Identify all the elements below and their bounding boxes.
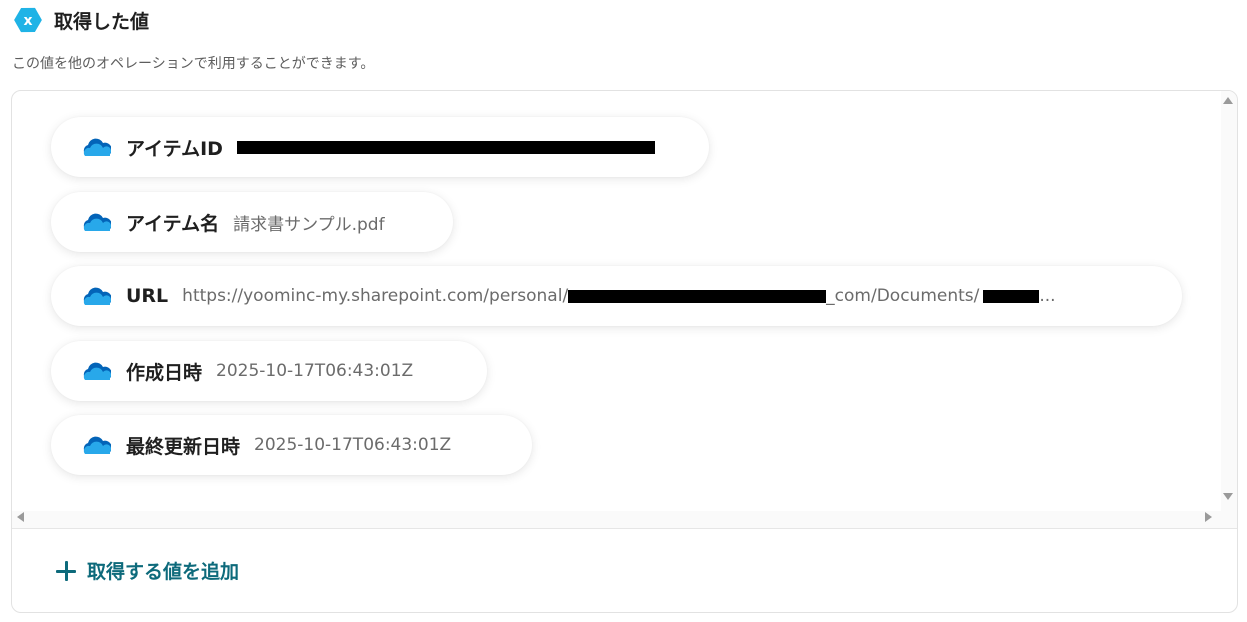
value-key: 最終更新日時 xyxy=(126,435,241,458)
onedrive-cloud-icon xyxy=(83,213,111,231)
onedrive-cloud-icon xyxy=(83,436,111,454)
value-chip-item-id[interactable]: アイテムID xyxy=(51,117,709,177)
yoom-hexagon-x-icon: x xyxy=(14,7,42,33)
value-text: 2025-10-17T06:43:01Z xyxy=(254,435,452,455)
redaction-bar xyxy=(568,289,827,303)
add-value-label: 取得する値を追加 xyxy=(87,561,240,583)
value-text xyxy=(236,140,655,154)
add-value-button[interactable]: 取得する値を追加 xyxy=(55,557,239,584)
scroll-up-arrow-icon[interactable] xyxy=(1223,97,1233,104)
url-middle: _com/Documents/ xyxy=(826,286,980,306)
redaction-bar xyxy=(983,289,1040,303)
vertical-scrollbar[interactable] xyxy=(1221,91,1237,511)
value-chip-modified-at[interactable]: 最終更新日時 2025-10-17T06:43:01Z xyxy=(51,415,532,475)
url-prefix: https://yoominc-my.sharepoint.com/person… xyxy=(182,286,569,306)
url-ellipsis: ... xyxy=(1039,286,1056,306)
scroll-down-arrow-icon[interactable] xyxy=(1223,493,1233,500)
values-scroll-area: アイテムID アイテム名 請求書サンプル.pdf URL https://yoo… xyxy=(12,91,1237,529)
onedrive-cloud-icon xyxy=(83,287,111,305)
value-chip-created-at[interactable]: 作成日時 2025-10-17T06:43:01Z xyxy=(51,341,487,401)
onedrive-cloud-icon xyxy=(83,138,111,156)
section-title: 取得した値 xyxy=(54,10,150,33)
value-chip-item-name[interactable]: アイテム名 請求書サンプル.pdf xyxy=(51,192,453,252)
values-panel: アイテムID アイテム名 請求書サンプル.pdf URL https://yoo… xyxy=(11,90,1238,613)
value-text: 2025-10-17T06:43:01Z xyxy=(216,361,414,381)
value-key: URL xyxy=(126,285,169,307)
plus-icon xyxy=(55,560,77,582)
svg-text:x: x xyxy=(23,13,32,29)
value-key: アイテムID xyxy=(126,137,223,160)
value-chip-url[interactable]: URL https://yoominc-my.sharepoint.com/pe… xyxy=(51,266,1182,326)
redaction-bar xyxy=(236,140,655,154)
horizontal-scrollbar[interactable] xyxy=(12,511,1237,528)
value-key: 作成日時 xyxy=(126,361,203,384)
scroll-right-arrow-icon[interactable] xyxy=(1205,512,1212,522)
scroll-left-arrow-icon[interactable] xyxy=(17,512,24,522)
value-text: https://yoominc-my.sharepoint.com/person… xyxy=(182,286,1055,306)
value-key: アイテム名 xyxy=(126,212,220,235)
header: x 取得した値 xyxy=(12,4,149,36)
value-text: 請求書サンプル.pdf xyxy=(233,214,385,235)
onedrive-cloud-icon xyxy=(83,362,111,380)
section-description: この値を他のオペレーションで利用することができます。 xyxy=(12,56,375,72)
